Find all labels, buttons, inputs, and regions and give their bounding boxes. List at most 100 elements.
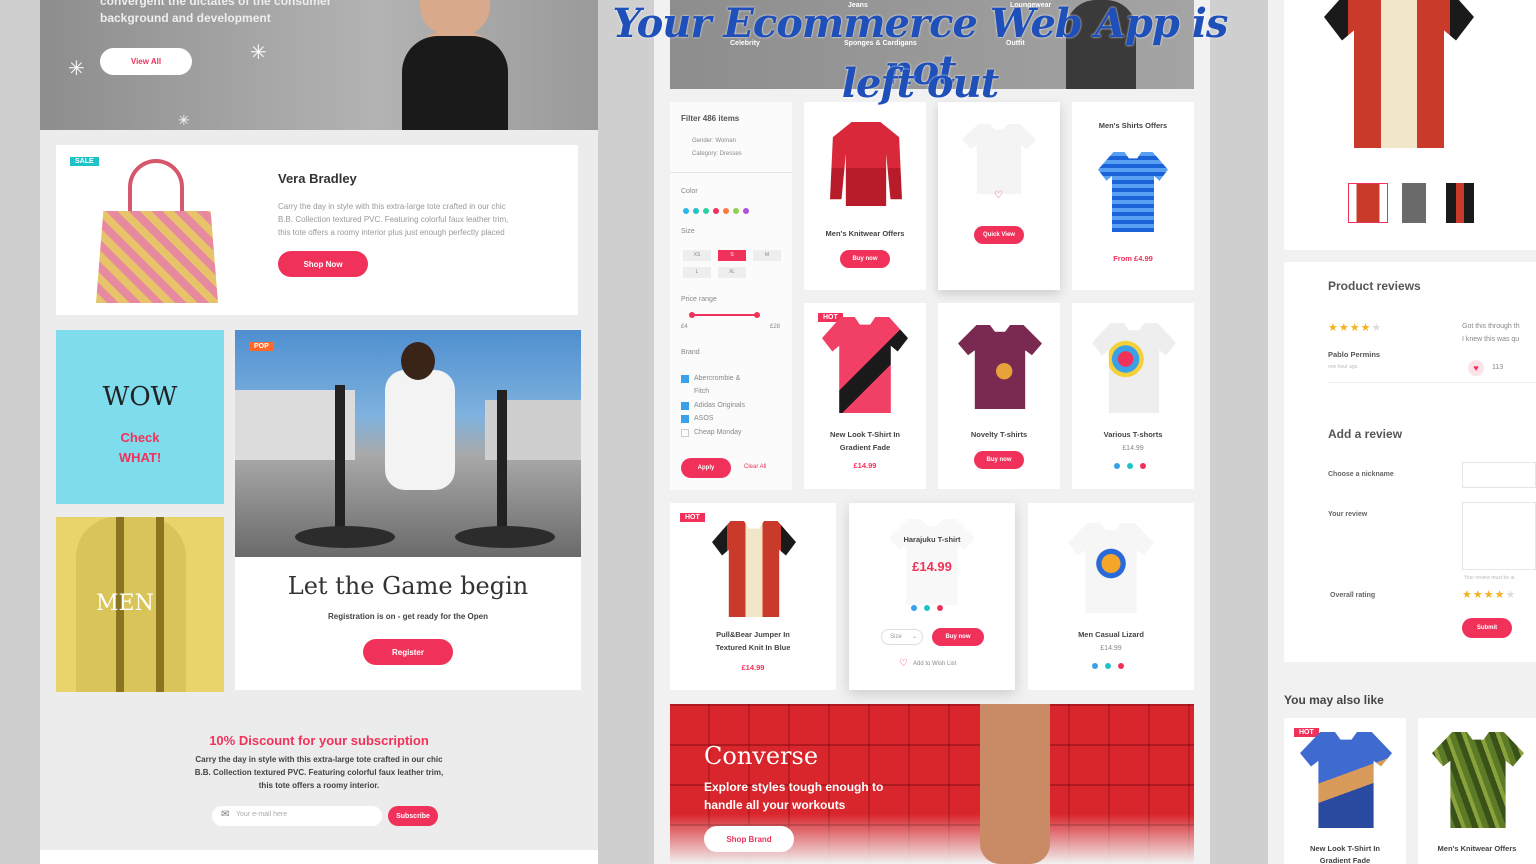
slider-handle-max[interactable] <box>754 312 760 318</box>
buy-now-button[interactable]: Buy now <box>932 628 984 646</box>
size-xl[interactable]: XL <box>718 267 746 278</box>
product-card-gradient[interactable]: HOT New Look T-Shirt In Gradient Fade £1… <box>804 303 926 489</box>
heart-icon[interactable]: ♡ <box>899 658 908 669</box>
product-card-various[interactable]: Various T-shorts £14.99 <box>1072 303 1194 489</box>
also-like-name-2: Men's Knitwear Offers <box>1437 844 1517 853</box>
heart-icon[interactable]: ♡ <box>994 190 1003 201</box>
brand-label: Brand <box>681 349 700 356</box>
product-card-lizard[interactable]: Men Casual Lizard £14.99 <box>1028 503 1194 690</box>
brand-checkbox[interactable] <box>681 375 689 383</box>
main-product-image <box>1324 0 1474 148</box>
color-swatch[interactable] <box>683 208 689 214</box>
product-name: Men's Knitwear Offers <box>825 229 905 238</box>
star-empty-icon: ★ <box>1371 322 1383 334</box>
review-hint: Your review must be at <box>1464 575 1515 581</box>
men-tile[interactable]: MEN <box>56 517 224 692</box>
newsletter-line-2: B.B. Collection textured PVC. Featuring … <box>194 768 444 777</box>
color-swatch[interactable] <box>693 208 699 214</box>
product-card-knitwear[interactable]: Men's Knitwear Offers Buy now <box>804 102 926 290</box>
middle-panel: Jeans Loungewear Celebrity Sponges & Car… <box>654 0 1210 864</box>
feature-desc-3: this tote offers a roomy interior plus j… <box>278 228 505 237</box>
nickname-field[interactable] <box>1462 462 1536 488</box>
shop-now-button[interactable]: Shop Now <box>278 251 368 277</box>
brand-checkbox[interactable] <box>681 415 689 423</box>
thumbnail-2[interactable] <box>1394 183 1434 223</box>
size-select-label: Size <box>890 634 902 640</box>
reviews-card: Product reviews ★★★★★ Pablo Permins one … <box>1284 262 1536 662</box>
game-photo <box>235 330 581 557</box>
review-text-2: I knew this was qu <box>1462 336 1520 343</box>
newsletter-line-1: Carry the day in style with this extra-l… <box>195 755 443 764</box>
size-m[interactable]: M <box>753 250 781 261</box>
filter-divider <box>670 172 792 173</box>
filter-panel: Filter 486 items Gender: Woman Category:… <box>670 102 792 490</box>
like-heart-icon[interactable]: ♥ <box>1468 360 1484 376</box>
color-swatches <box>683 208 749 214</box>
wow-tile[interactable]: WOW Check WHAT! <box>56 330 224 504</box>
product-card-quickview[interactable]: ♡ Quick View <box>938 102 1060 290</box>
size-xs[interactable]: XS <box>683 250 711 261</box>
hero-banner: convergent the dictates of the consumer … <box>40 0 598 130</box>
shop-brand-button[interactable]: Shop Brand <box>704 826 794 852</box>
also-like-card-2[interactable]: Men's Knitwear Offers <box>1418 718 1536 864</box>
add-to-wishlist-link[interactable]: Add to Wish List <box>913 661 956 667</box>
view-all-button[interactable]: View All <box>100 48 192 75</box>
product-card-harajuku[interactable]: Harajuku T-shirt £14.99 Size ⌄ Buy now ♡… <box>849 503 1015 690</box>
hot-badge: HOT <box>680 513 705 522</box>
king-tee-image <box>712 521 796 617</box>
wow-line-1: Check <box>120 430 160 445</box>
color-swatch[interactable] <box>703 208 709 214</box>
brand-checkbox[interactable] <box>681 429 689 437</box>
rating-input[interactable]: ★★★★★ <box>1462 588 1516 601</box>
also-like-card-1[interactable]: HOT New Look T-Shirt In Gradient Fade <box>1284 718 1406 864</box>
filter-chip-2[interactable]: Category: Dresses <box>692 151 742 157</box>
submit-button[interactable]: Submit <box>1462 618 1512 638</box>
brand-item-2: Fitch <box>694 388 710 395</box>
banner-model-legs <box>980 704 1050 864</box>
pink-tee-image <box>822 317 908 413</box>
color-swatch[interactable] <box>713 208 719 214</box>
review-textarea[interactable] <box>1462 502 1536 570</box>
clear-all-link[interactable]: Clear All <box>744 464 766 470</box>
review-time: one hour ago <box>1328 364 1358 370</box>
converse-title: Converse <box>704 742 819 770</box>
blue-graphic-tee-image <box>1300 732 1392 828</box>
men-title: MEN <box>96 591 154 616</box>
color-options[interactable] <box>911 605 943 611</box>
product-name: Novelty T-shirts <box>970 430 1028 439</box>
color-options[interactable] <box>1114 463 1146 469</box>
buy-now-button[interactable]: Buy now <box>840 250 890 268</box>
filter-chip-1[interactable]: Gender: Woman <box>692 138 736 144</box>
product-card-pullbear[interactable]: HOT Pull&Bear Jumper In Textured Knit In… <box>670 503 836 690</box>
wow-title: WOW <box>102 382 178 412</box>
size-select[interactable]: Size ⌄ <box>881 629 923 645</box>
email-field[interactable]: ✉ Your e-mail here <box>212 806 382 826</box>
size-s[interactable]: S <box>718 250 746 261</box>
color-swatch[interactable] <box>723 208 729 214</box>
apply-button[interactable]: Apply <box>681 458 731 478</box>
game-card: POP Let the Game begin Registration is o… <box>235 330 581 690</box>
size-l[interactable]: L <box>683 267 711 278</box>
thumbnail-1[interactable] <box>1348 183 1388 223</box>
product-card-shirts[interactable]: Men's Shirts Offers From £4.99 <box>1072 102 1194 290</box>
product-card-novelty[interactable]: Novelty T-shirts Buy now <box>938 303 1060 489</box>
thumbnail-3[interactable] <box>1440 183 1480 223</box>
email-placeholder: Your e-mail here <box>236 811 288 818</box>
price-max: £28 <box>770 324 781 330</box>
product-name-1: Pull&Bear Jumper In <box>716 630 790 639</box>
slider-handle-min[interactable] <box>689 312 695 318</box>
color-options[interactable] <box>1092 663 1124 669</box>
brand-item-5: Cheap Monday <box>694 429 742 436</box>
register-button[interactable]: Register <box>363 639 453 665</box>
price-slider[interactable] <box>689 312 760 318</box>
color-swatch[interactable] <box>733 208 739 214</box>
hero-subtitle: background and development <box>100 11 271 25</box>
white-tee-image <box>962 124 1036 194</box>
brand-checkbox[interactable] <box>681 402 689 410</box>
quick-view-button[interactable]: Quick View <box>974 226 1024 244</box>
subscribe-button[interactable]: Subscribe <box>388 806 438 826</box>
color-swatch[interactable] <box>743 208 749 214</box>
converse-line-2: handle all your workouts <box>704 798 846 812</box>
buy-now-button[interactable]: Buy now <box>974 451 1024 469</box>
tote-bag-image <box>96 159 218 303</box>
